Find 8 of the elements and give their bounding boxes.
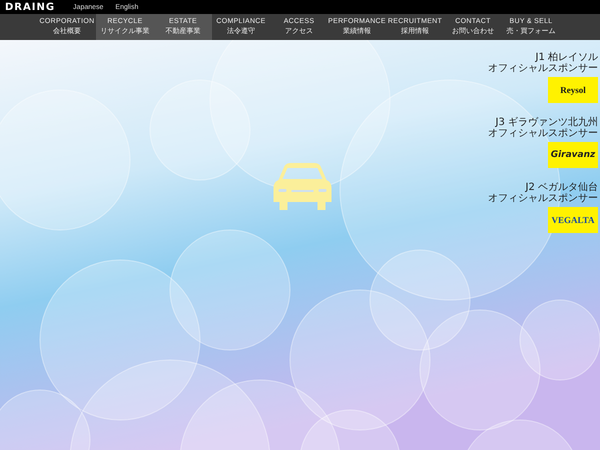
site-logo[interactable]: DRAING (5, 2, 56, 12)
sponsor-logo[interactable]: Reysol (548, 77, 598, 103)
sponsor-logo[interactable]: Giravanz (548, 142, 598, 168)
sponsor-caption: J1 柏レイソル オフィシャルスポンサー (488, 52, 598, 74)
sponsor-logo[interactable]: VEGALTA (548, 207, 598, 233)
sponsor-caption: J2 ベガルタ仙台 オフィシャルスポンサー (488, 182, 598, 204)
sponsor-caption: J3 ギラヴァンツ北九州 オフィシャルスポンサー (488, 117, 598, 139)
car-icon (272, 162, 333, 212)
